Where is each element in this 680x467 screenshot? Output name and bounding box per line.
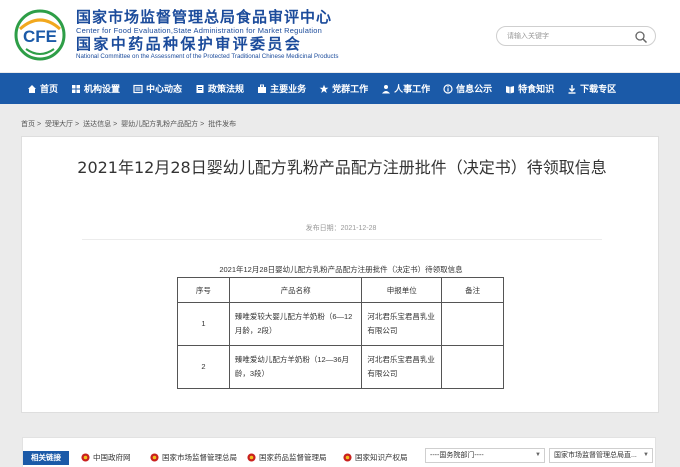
nav-item-org[interactable]: 机构设置 [71, 82, 120, 95]
nav-item-label: 政策法规 [208, 85, 245, 95]
link-label: 国家市场监督管理总局 [162, 453, 237, 462]
site-header: CFE 国家市场监督管理总局食品审评中心 Center for Food Eva… [0, 0, 680, 72]
chevron-down-icon: ▼ [535, 452, 541, 458]
party-icon [319, 84, 329, 93]
select-value: 国家市场监督管理总局直... [554, 452, 637, 459]
cell-product: 臻唯爱幼儿配方羊奶粉（12—36月龄，3段） [228, 345, 363, 389]
link-samr[interactable]: 国家市场监督管理总局 [150, 452, 237, 463]
org-name-en-2: National Committee on the Assessment of … [76, 53, 339, 60]
breadcrumb-item-hall[interactable]: 受理大厅 [45, 121, 73, 128]
nav-item-label: 特食知识 [518, 85, 555, 95]
logo-text: CFE [23, 27, 57, 46]
emblem-icon [343, 453, 352, 462]
nav-item-label: 机构设置 [84, 85, 121, 95]
knowledge-icon [506, 85, 515, 93]
chevron-down-icon: ▼ [643, 452, 649, 458]
samr-unit-select[interactable]: 国家市场监督管理总局直... ▼ [549, 448, 653, 463]
department-select[interactable]: ----国务院部门---- ▼ [425, 448, 545, 463]
nav-item-label: 首页 [40, 85, 59, 95]
org-name-cn-2: 国家中药品种保护审评委员会 [76, 35, 303, 53]
article-title: 2021年12月28日婴幼儿配方乳粉产品配方注册批件（决定书）待领取信息 [77, 158, 607, 177]
org-name-en-1: Center for Food Evaluation,State Adminis… [76, 26, 323, 35]
divider [82, 239, 602, 240]
link-label: 国家药品监督管理局 [259, 453, 327, 462]
nav-item-label: 党群工作 [332, 85, 369, 95]
article-card: 2021年12月28日婴幼儿配方乳粉产品配方注册批件（决定书）待领取信息 发布日… [21, 136, 659, 413]
table-row: 1 臻唯爱较大婴儿配方羊奶粉（6—12月龄，2段） 河北君乐宝君昌乳业有限公司 [177, 302, 504, 346]
cell-unit: 河北君乐宝君昌乳业有限公司 [361, 345, 443, 389]
emblem-icon [150, 453, 159, 462]
breadcrumb-item-home[interactable]: 首页 [21, 121, 35, 128]
nav-item-label: 下载专区 [580, 85, 617, 95]
search-input[interactable] [507, 30, 625, 42]
nav-item-policy[interactable]: 政策法规 [195, 82, 244, 95]
nav-item-info[interactable]: 信息公示 [443, 82, 492, 95]
info-icon [443, 83, 453, 94]
breadcrumb-item-delivery[interactable]: 送达信息 [83, 121, 111, 128]
cell-unit: 河北君乐宝君昌乳业有限公司 [361, 302, 443, 346]
related-links-label: 相关链接 [23, 451, 69, 465]
emblem-icon [81, 453, 90, 462]
link-nmpa[interactable]: 国家药品监督管理局 [247, 452, 327, 463]
approval-table: 序号 产品名称 申报单位 备注 1 臻唯爱较大婴儿配方羊奶粉（6—12月龄，2段… [177, 277, 504, 389]
download-icon [568, 84, 576, 94]
personnel-icon [382, 84, 391, 93]
cell-no: 2 [177, 345, 230, 389]
org-name-cn-1: 国家市场监督管理总局食品审评中心 [76, 8, 333, 26]
cell-product: 臻唯爱较大婴儿配方羊奶粉（6—12月龄，2段） [228, 302, 363, 346]
nav-item-business[interactable]: 主要业务 [257, 82, 306, 95]
news-icon [133, 84, 143, 93]
nav-item-news[interactable]: 中心动态 [133, 82, 182, 95]
column-header-unit: 申报单位 [361, 277, 443, 303]
breadcrumb-item-release[interactable]: 批件发布 [208, 121, 236, 128]
cfe-logo-icon[interactable]: CFE [14, 9, 66, 61]
nav-item-label: 主要业务 [270, 85, 307, 95]
link-label: 国家知识产权局 [355, 453, 408, 462]
cell-note [441, 302, 504, 346]
main-nav: 首页 机构设置 中心动态 政策法规 主要业务 党群工作 人事工作 信息公示 特食… [0, 73, 680, 104]
org-name-block: 国家市场监督管理总局食品审评中心 Center for Food Evaluat… [76, 9, 338, 61]
breadcrumb-item-formula[interactable]: 婴幼儿配方乳粉产品配方 [121, 121, 198, 128]
link-cnipa[interactable]: 国家知识产权局 [343, 452, 408, 463]
table-header-row: 序号 产品名称 申报单位 备注 [177, 277, 504, 303]
breadcrumb-separator: > [113, 121, 118, 128]
nav-item-home[interactable]: 首页 [27, 82, 58, 95]
nav-item-knowledge[interactable]: 特食知识 [505, 82, 554, 95]
breadcrumb: 首页 > 受理大厅 > 送达信息 > 婴幼儿配方乳粉产品配方 > 批件发布 [21, 119, 236, 129]
search-box [496, 26, 656, 46]
breadcrumb-separator: > [200, 121, 205, 128]
nav-item-party[interactable]: 党群工作 [319, 82, 368, 95]
nav-item-label: 信息公示 [456, 85, 493, 95]
column-header-no: 序号 [177, 277, 230, 303]
column-header-product: 产品名称 [228, 277, 363, 303]
related-links-bar: 相关链接 中国政府网 国家市场监督管理总局 国家药品监督管理局 国家知识产权局 … [22, 437, 656, 467]
column-header-note: 备注 [441, 277, 504, 303]
nav-item-personnel[interactable]: 人事工作 [381, 82, 430, 95]
table-row: 2 臻唯爱幼儿配方羊奶粉（12—36月龄，3段） 河北君乐宝君昌乳业有限公司 [177, 345, 504, 389]
search-icon[interactable] [634, 30, 648, 44]
org-icon [72, 84, 81, 93]
publish-date: 发布日期：2021-12-28 [305, 225, 377, 232]
home-icon [28, 84, 36, 93]
emblem-icon [247, 453, 256, 462]
nav-item-label: 中心动态 [146, 85, 183, 95]
cell-no: 1 [177, 302, 230, 346]
select-value: ----国务院部门---- [430, 452, 484, 459]
breadcrumb-separator: > [75, 121, 80, 128]
table-caption: 2021年12月28日婴幼儿配方乳粉产品配方注册批件（决定书）待领取信息 [219, 265, 463, 274]
business-icon [258, 84, 267, 93]
nav-item-label: 人事工作 [394, 85, 431, 95]
breadcrumb-separator: > [37, 121, 42, 128]
link-gov[interactable]: 中国政府网 [81, 452, 131, 463]
link-label: 中国政府网 [93, 453, 131, 462]
cell-note [441, 345, 504, 389]
policy-icon [196, 84, 204, 93]
nav-item-download[interactable]: 下载专区 [567, 82, 616, 95]
